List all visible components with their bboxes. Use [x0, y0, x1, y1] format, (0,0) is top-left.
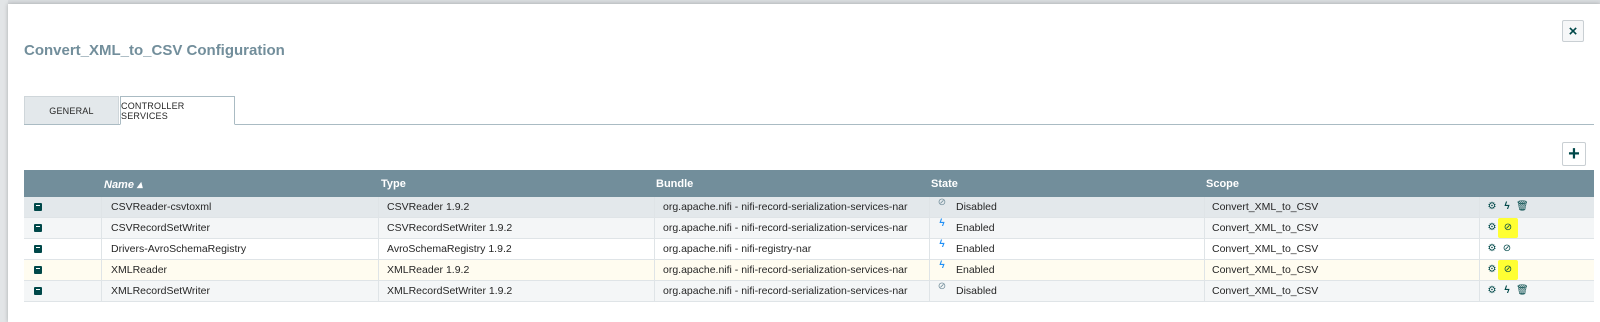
plus-icon: +: [1568, 143, 1580, 165]
service-scope: Convert_XML_to_CSV: [1212, 201, 1319, 213]
controller-services-table: Name ▴ Type Bundle State Scope CSVReader…: [24, 170, 1594, 302]
book-icon[interactable]: [34, 266, 42, 274]
service-name: XMLReader: [111, 264, 168, 276]
service-scope: Convert_XML_to_CSV: [1212, 243, 1319, 255]
dialog-title: Convert_XML_to_CSV Configuration: [24, 42, 285, 59]
service-state: Disabled: [956, 285, 997, 297]
book-icon[interactable]: [34, 203, 42, 211]
table-row[interactable]: CSVReader-csvtoxml CSVReader 1.9.2 org.a…: [24, 197, 1594, 218]
configuration-dialog: Convert_XML_to_CSV Configuration × GENER…: [8, 4, 1600, 322]
service-state: Disabled: [956, 201, 997, 213]
service-type: CSVReader 1.9.2: [387, 201, 470, 213]
close-icon: ×: [1568, 22, 1578, 40]
service-name: Drivers-AvroSchemaRegistry: [111, 243, 247, 255]
table-row[interactable]: Drivers-AvroSchemaRegistry AvroSchemaReg…: [24, 239, 1594, 260]
trash-icon[interactable]: 🗑: [1516, 285, 1529, 297]
column-header-bundle[interactable]: Bundle: [656, 178, 693, 190]
disabled-icon: ⊘: [937, 281, 947, 292]
column-header-name[interactable]: Name ▴: [104, 178, 143, 191]
service-bundle: org.apache.nifi - nifi-record-serializat…: [663, 222, 908, 234]
tab-divider: [24, 124, 1594, 125]
disabled-icon: ⊘: [937, 197, 947, 208]
disable-icon[interactable]: ⊘: [1498, 260, 1518, 280]
service-bundle: org.apache.nifi - nifi-record-serializat…: [663, 285, 908, 297]
table-header: Name ▴ Type Bundle State Scope: [24, 170, 1594, 197]
column-header-type[interactable]: Type: [381, 178, 406, 190]
lightning-bolt-icon[interactable]: ϟ: [1501, 285, 1513, 297]
table-row[interactable]: XMLReader XMLReader 1.9.2 org.apache.nif…: [24, 260, 1594, 281]
tab-general[interactable]: GENERAL: [24, 96, 119, 125]
service-type: AvroSchemaRegistry 1.9.2: [387, 243, 512, 255]
book-icon[interactable]: [34, 224, 42, 232]
column-header-state[interactable]: State: [931, 178, 958, 190]
service-bundle: org.apache.nifi - nifi-record-serializat…: [663, 264, 908, 276]
lightning-bolt-icon: ϟ: [939, 218, 945, 229]
gear-icon[interactable]: ⚙: [1486, 222, 1498, 234]
service-state: Enabled: [956, 264, 995, 276]
disable-icon[interactable]: ⊘: [1498, 218, 1518, 238]
gear-icon[interactable]: ⚙: [1486, 264, 1498, 276]
service-name: CSVReader-csvtoxml: [111, 201, 212, 213]
lightning-bolt-icon: ϟ: [939, 260, 945, 271]
service-state: Enabled: [956, 222, 995, 234]
service-type: XMLReader 1.9.2: [387, 264, 470, 276]
book-icon[interactable]: [34, 245, 42, 253]
column-header-scope[interactable]: Scope: [1206, 178, 1239, 190]
background-canvas-edge: [0, 0, 8, 322]
disable-icon[interactable]: ⊘: [1501, 243, 1513, 255]
tab-controller-services[interactable]: CONTROLLER SERVICES: [120, 96, 235, 125]
service-name: XMLRecordSetWriter: [111, 285, 211, 297]
lightning-bolt-icon: ϟ: [939, 239, 945, 250]
service-scope: Convert_XML_to_CSV: [1212, 264, 1319, 276]
gear-icon[interactable]: ⚙: [1486, 201, 1498, 213]
lightning-bolt-icon[interactable]: ϟ: [1501, 201, 1513, 213]
service-scope: Convert_XML_to_CSV: [1212, 285, 1319, 297]
service-type: CSVRecordSetWriter 1.9.2: [387, 222, 513, 234]
trash-icon[interactable]: 🗑: [1516, 201, 1529, 213]
service-state: Enabled: [956, 243, 995, 255]
service-name: CSVRecordSetWriter: [111, 222, 211, 234]
service-bundle: org.apache.nifi - nifi-registry-nar: [663, 243, 812, 255]
close-button[interactable]: ×: [1562, 20, 1584, 42]
table-row[interactable]: CSVRecordSetWriter CSVRecordSetWriter 1.…: [24, 218, 1594, 239]
book-icon[interactable]: [34, 287, 42, 295]
service-scope: Convert_XML_to_CSV: [1212, 222, 1319, 234]
add-controller-service-button[interactable]: +: [1562, 142, 1586, 166]
gear-icon[interactable]: ⚙: [1486, 285, 1498, 297]
service-type: XMLRecordSetWriter 1.9.2: [387, 285, 513, 297]
service-bundle: org.apache.nifi - nifi-record-serializat…: [663, 201, 908, 213]
gear-icon[interactable]: ⚙: [1486, 243, 1498, 255]
tab-bar: GENERAL CONTROLLER SERVICES: [24, 94, 1594, 125]
table-row[interactable]: XMLRecordSetWriter XMLRecordSetWriter 1.…: [24, 281, 1594, 302]
